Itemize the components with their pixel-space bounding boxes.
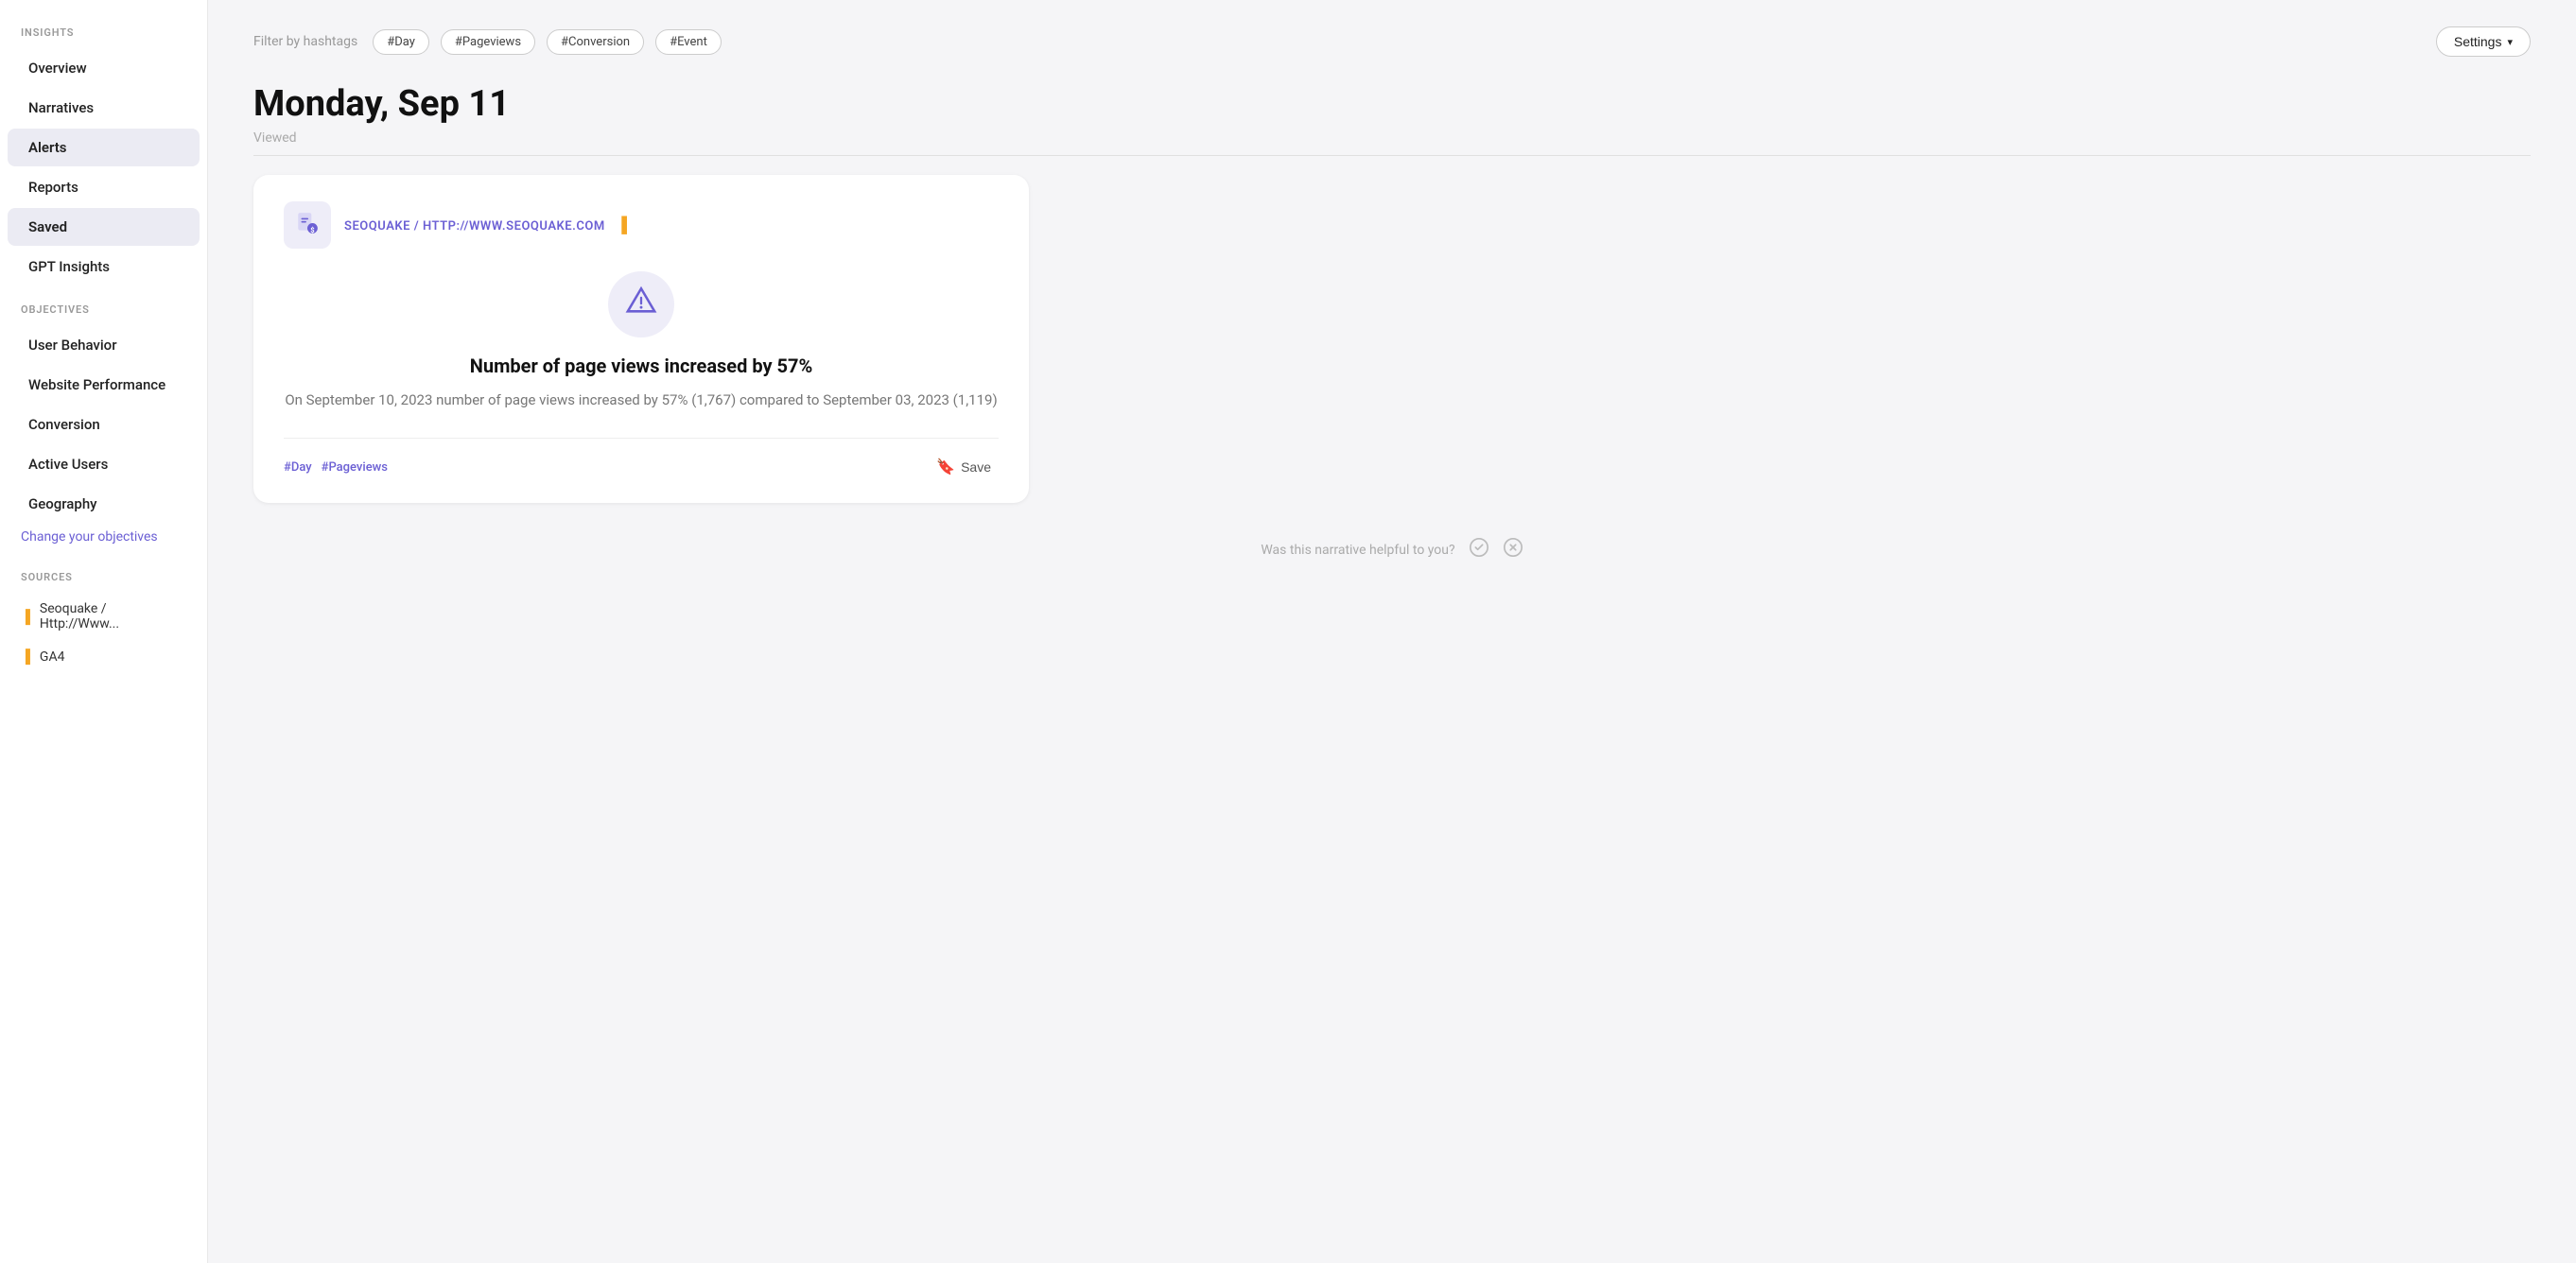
narrative-card: $ SEOQUAKE / HTTP://WWW.SEOQUAKE.COM ▐: [253, 175, 1029, 503]
card-tag-day[interactable]: #Day: [284, 460, 312, 475]
alert-circle: [608, 271, 674, 337]
sidebar-item-geography[interactable]: Geography: [8, 485, 200, 523]
sidebar: INSIGHTS Overview Narratives Alerts Repo…: [0, 0, 208, 1263]
helpful-question: Was this narrative helpful to you?: [1261, 543, 1454, 558]
filter-area: Filter by hashtags #Day #Pageviews #Conv…: [253, 29, 2436, 55]
sidebar-item-saved[interactable]: Saved: [8, 208, 200, 246]
sidebar-item-alerts[interactable]: Alerts: [8, 129, 200, 166]
card-source-name: SEOQUAKE / HTTP://WWW.SEOQUAKE.COM ▐: [344, 216, 627, 234]
change-objectives-link[interactable]: Change your objectives: [0, 524, 207, 554]
card-source-icon-wrap: $: [284, 201, 331, 249]
sidebar-item-overview[interactable]: Overview: [8, 49, 200, 87]
card-sub-text: On September 10, 2023 number of page vie…: [284, 389, 999, 411]
objectives-section-label: OBJECTIVES: [0, 303, 207, 325]
sidebar-item-active-users[interactable]: Active Users: [8, 445, 200, 483]
filter-label: Filter by hashtags: [253, 34, 357, 49]
bar-chart-icon-ga4: ▐: [21, 649, 30, 665]
main-content: Filter by hashtags #Day #Pageviews #Conv…: [208, 0, 2576, 1263]
sidebar-item-narratives[interactable]: Narratives: [8, 89, 200, 127]
hashtag-event[interactable]: #Event: [655, 29, 722, 55]
sidebar-item-reports[interactable]: Reports: [8, 168, 200, 206]
warning-triangle-icon: [625, 285, 657, 324]
close-icon[interactable]: [1503, 537, 1523, 562]
card-tag-pageviews[interactable]: #Pageviews: [322, 460, 388, 475]
sources-section-label: SOURCES: [0, 571, 207, 593]
sidebar-item-conversion[interactable]: Conversion: [8, 406, 200, 443]
save-button[interactable]: 🔖 Save: [929, 454, 999, 480]
card-footer: #Day #Pageviews 🔖 Save: [284, 438, 999, 480]
sidebar-item-user-behavior[interactable]: User Behavior: [8, 326, 200, 364]
sidebar-source-seoquake[interactable]: ▐ Seoquake / Http://Www...: [0, 593, 207, 640]
hashtag-conversion[interactable]: #Conversion: [547, 29, 644, 55]
chevron-down-icon: ▾: [2507, 36, 2513, 48]
viewed-label: Viewed: [253, 130, 2531, 156]
card-source-row: $ SEOQUAKE / HTTP://WWW.SEOQUAKE.COM ▐: [284, 201, 999, 249]
sidebar-source-ga4[interactable]: ▐ GA4: [0, 640, 207, 673]
insights-section-label: INSIGHTS: [0, 26, 207, 48]
sidebar-item-gpt-insights[interactable]: GPT Insights: [8, 248, 200, 285]
topbar: Filter by hashtags #Day #Pageviews #Conv…: [253, 26, 2531, 57]
bookmark-icon: 🔖: [936, 458, 955, 476]
thumbs-up-icon[interactable]: [1469, 537, 1489, 562]
svg-text:$: $: [310, 225, 314, 234]
helpful-row: Was this narrative helpful to you?: [253, 537, 2531, 562]
hashtag-day[interactable]: #Day: [373, 29, 429, 55]
hashtag-pageviews[interactable]: #Pageviews: [441, 29, 535, 55]
date-heading: Monday, Sep 11: [253, 83, 2531, 125]
bar-chart-icon-card: ▐: [617, 216, 627, 234]
settings-button[interactable]: Settings ▾: [2436, 26, 2531, 57]
bar-chart-icon-seoquake: ▐: [21, 609, 30, 625]
document-icon: $: [295, 211, 320, 240]
card-tags: #Day #Pageviews: [284, 460, 388, 475]
sidebar-item-website-performance[interactable]: Website Performance: [8, 366, 200, 404]
card-alert-icon-wrap: [284, 271, 999, 337]
card-main-text: Number of page views increased by 57%: [284, 355, 999, 377]
